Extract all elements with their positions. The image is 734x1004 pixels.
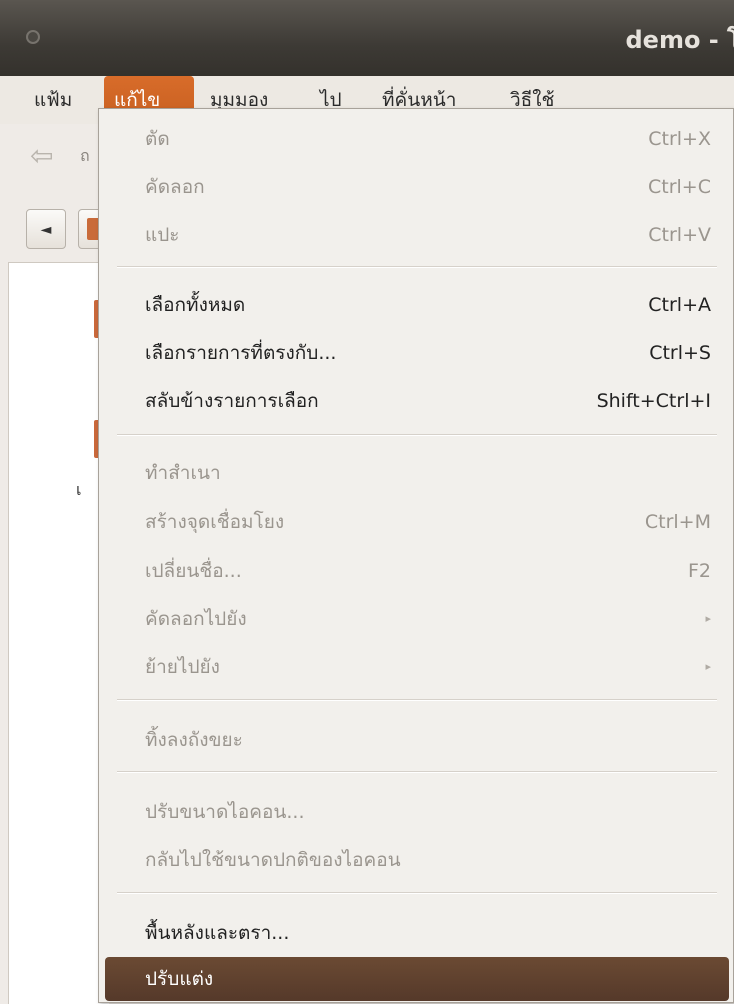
menu-separator [117, 266, 717, 268]
submenu-arrow-icon: ▸ [705, 612, 711, 625]
menu-item-move-to-trash[interactable]: ทิ้งลงถังขยะ [99, 718, 734, 762]
menu-item-restore-icon-size[interactable]: กลับไปใช้ขนาดปกติของไอคอน [99, 838, 734, 882]
back-button-label: ถ [80, 146, 90, 165]
menu-item-select-all[interactable]: เลือกทั้งหมด Ctrl+A [99, 283, 734, 327]
submenu-arrow-icon: ▸ [705, 660, 711, 673]
menu-item-select-matching[interactable]: เลือกรายการที่ตรงกับ... Ctrl+S [99, 331, 734, 375]
file-label: เ [76, 480, 82, 499]
menu-separator [117, 771, 717, 773]
menu-item-backgrounds-emblems[interactable]: พื้นหลังและตรา... [99, 911, 734, 955]
menu-separator [117, 434, 717, 436]
menu-file[interactable]: แฟ้ม [24, 76, 82, 124]
close-window-icon[interactable] [26, 30, 40, 44]
menu-separator [117, 892, 717, 894]
menu-item-move-to[interactable]: ย้ายไปยัง ▸ [99, 645, 734, 689]
menu-item-resize-icon[interactable]: ปรับขนาดไอคอน... [99, 790, 734, 834]
menu-item-cut[interactable]: ตัด Ctrl+X [99, 117, 734, 161]
menu-item-duplicate[interactable]: ทำสำเนา [99, 451, 734, 495]
edit-menu-dropdown: ตัด Ctrl+X คัดลอก Ctrl+C แปะ Ctrl+V เลือกทั… [98, 108, 734, 1003]
menu-item-paste[interactable]: แปะ Ctrl+V [99, 213, 734, 257]
title-bar: demo - โ [0, 0, 734, 76]
menu-item-make-link[interactable]: สร้างจุดเชื่อมโยง Ctrl+M [99, 500, 734, 544]
file-view[interactable] [8, 262, 109, 1004]
path-scroll-left-button[interactable]: ◄ [26, 209, 66, 249]
menu-item-preferences[interactable]: ปรับแต่ง [105, 957, 729, 1001]
menu-item-copy[interactable]: คัดลอก Ctrl+C [99, 165, 734, 209]
menu-item-copy-to[interactable]: คัดลอกไปยัง ▸ [99, 597, 734, 641]
window-title: demo - โ [625, 26, 734, 54]
menu-separator [117, 699, 717, 701]
menu-item-rename[interactable]: เปลี่ยนชื่อ... F2 [99, 549, 734, 593]
menu-item-invert-selection[interactable]: สลับข้างรายการเลือก Shift+Ctrl+I [99, 379, 734, 423]
